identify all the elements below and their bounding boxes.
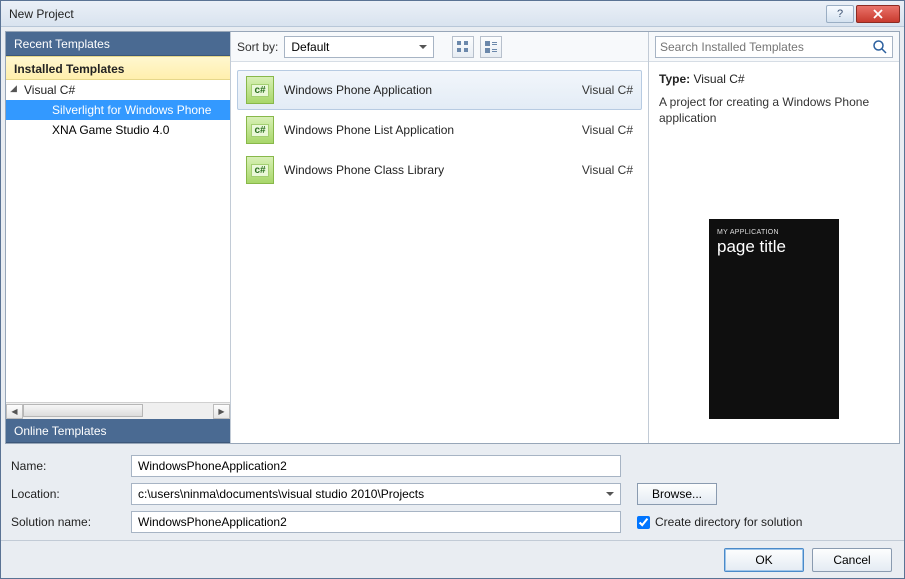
create-directory-label: Create directory for solution: [655, 515, 802, 529]
location-input[interactable]: [138, 487, 614, 501]
form-area: Name: Location: Browse... Solution name:: [1, 444, 904, 540]
template-tree: Visual C# Silverlight for Windows Phone …: [6, 80, 230, 402]
template-list: c# Windows Phone Application Visual C# c…: [231, 62, 648, 443]
dialog-body: Recent Templates Installed Templates Vis…: [1, 27, 904, 578]
type-line: Type: Visual C#: [659, 72, 889, 86]
sidebar-scrollbar[interactable]: ◀ ▶: [6, 402, 230, 419]
csharp-project-icon: c#: [246, 156, 274, 184]
sidebar-header-recent[interactable]: Recent Templates: [6, 32, 230, 56]
template-language: Visual C#: [563, 123, 633, 137]
sort-by-dropdown[interactable]: Default: [284, 36, 434, 58]
scroll-track[interactable]: [23, 404, 213, 419]
sidebar-header-installed[interactable]: Installed Templates: [6, 56, 230, 80]
preview-page-title: page title: [717, 237, 831, 257]
medium-icons-icon: [484, 40, 498, 54]
template-description: A project for creating a Windows Phone a…: [659, 94, 889, 126]
tree-node-xna[interactable]: XNA Game Studio 4.0: [6, 120, 230, 140]
dialog-buttons: OK Cancel: [1, 540, 904, 578]
type-value: Visual C#: [693, 72, 744, 86]
solution-name-label: Solution name:: [11, 515, 121, 529]
search-row: [649, 32, 899, 62]
view-medium-icons-button[interactable]: [480, 36, 502, 58]
template-toolbar: Sort by: Default: [231, 32, 648, 62]
template-list-panel: Sort by: Default c# Windows Phone Applic…: [231, 32, 649, 443]
scroll-thumb[interactable]: [23, 404, 143, 417]
name-row: Name:: [11, 452, 894, 480]
window-title: New Project: [9, 7, 824, 21]
location-combo[interactable]: [131, 483, 621, 505]
name-input-wrap: [131, 455, 621, 477]
type-label: Type:: [659, 72, 690, 86]
csharp-project-icon: c#: [246, 116, 274, 144]
solution-input-wrap: [131, 511, 621, 533]
tree-node-visual-csharp[interactable]: Visual C#: [6, 80, 230, 100]
template-name: Windows Phone List Application: [284, 123, 553, 137]
browse-button[interactable]: Browse...: [637, 483, 717, 505]
scroll-left-button[interactable]: ◀: [6, 404, 23, 419]
close-button[interactable]: [856, 5, 900, 23]
info-panel: Type: Visual C# A project for creating a…: [649, 32, 899, 443]
create-directory-checkbox[interactable]: [637, 516, 650, 529]
name-label: Name:: [11, 459, 121, 473]
sort-by-value: Default: [291, 40, 329, 54]
template-name: Windows Phone Application: [284, 83, 553, 97]
template-item-wp-app[interactable]: c# Windows Phone Application Visual C#: [237, 70, 642, 110]
view-small-icons-button[interactable]: [452, 36, 474, 58]
template-name: Windows Phone Class Library: [284, 163, 553, 177]
cancel-button[interactable]: Cancel: [812, 548, 892, 572]
preview-app-label: MY APPLICATION: [717, 229, 831, 236]
help-button[interactable]: ?: [826, 5, 854, 23]
scroll-right-button[interactable]: ▶: [213, 404, 230, 419]
solution-name-input[interactable]: [138, 515, 614, 529]
template-language: Visual C#: [563, 83, 633, 97]
csharp-project-icon: c#: [246, 76, 274, 104]
ok-button[interactable]: OK: [724, 548, 804, 572]
name-input[interactable]: [138, 459, 614, 473]
solution-row: Solution name: Create directory for solu…: [11, 508, 894, 536]
search-icon: [872, 39, 888, 55]
location-row: Location: Browse...: [11, 480, 894, 508]
sidebar-header-online[interactable]: Online Templates: [6, 419, 230, 443]
info-body: Type: Visual C# A project for creating a…: [649, 62, 899, 443]
title-bar: New Project ?: [1, 1, 904, 27]
tree-node-silverlight-wp[interactable]: Silverlight for Windows Phone: [6, 100, 230, 120]
template-language: Visual C#: [563, 163, 633, 177]
new-project-dialog: New Project ? Recent Templates Installed…: [0, 0, 905, 579]
create-directory-row[interactable]: Create directory for solution: [637, 515, 802, 529]
close-icon: [873, 9, 883, 19]
template-item-wp-class-lib[interactable]: c# Windows Phone Class Library Visual C#: [237, 150, 642, 190]
template-item-wp-list-app[interactable]: c# Windows Phone List Application Visual…: [237, 110, 642, 150]
template-preview: MY APPLICATION page title: [709, 219, 839, 419]
small-icons-icon: [456, 40, 470, 54]
upper-panel: Recent Templates Installed Templates Vis…: [5, 31, 900, 444]
sort-label: Sort by:: [237, 40, 278, 54]
sidebar: Recent Templates Installed Templates Vis…: [6, 32, 231, 443]
search-box[interactable]: [655, 36, 893, 58]
search-input[interactable]: [660, 40, 872, 54]
location-label: Location:: [11, 487, 121, 501]
